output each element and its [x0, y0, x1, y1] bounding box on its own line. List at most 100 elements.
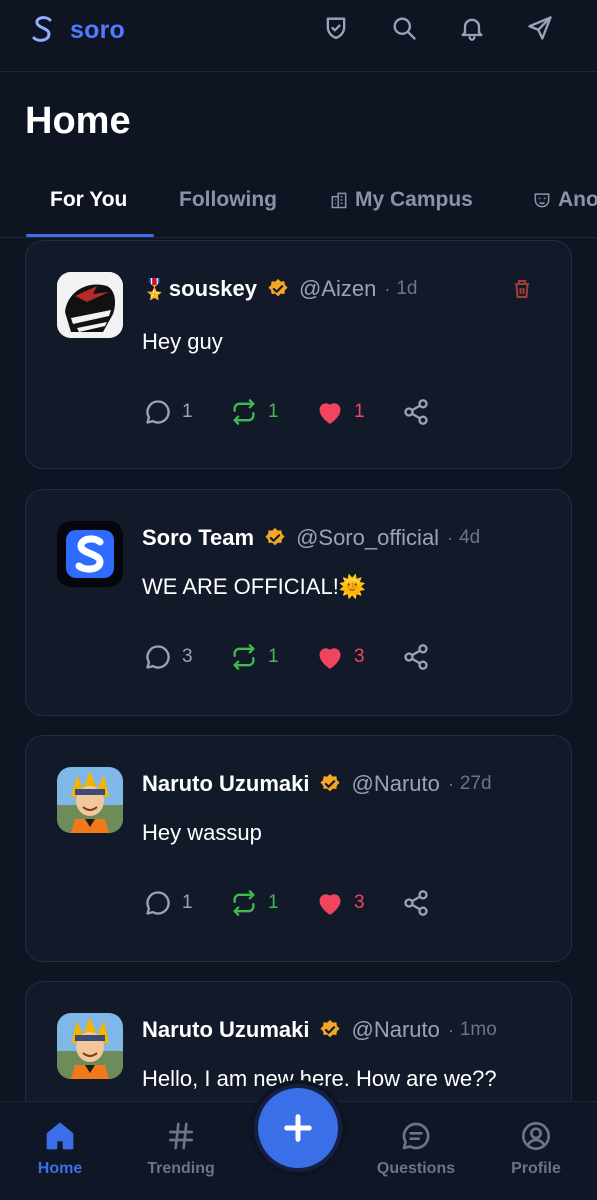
separator-dot: ·: [384, 278, 391, 299]
repost-count: 1: [268, 646, 279, 667]
create-post-button[interactable]: [258, 1088, 338, 1168]
post-text: Hey wassup: [142, 820, 262, 845]
nav-home[interactable]: Home: [5, 1120, 115, 1178]
avatar[interactable]: [57, 521, 123, 587]
share-icon: [404, 890, 428, 916]
tab-for-you[interactable]: For You: [50, 188, 127, 212]
post-time: 1d: [396, 278, 418, 299]
tab-following[interactable]: Following: [179, 188, 277, 212]
avatar[interactable]: [57, 767, 123, 833]
like-button[interactable]: 3: [316, 889, 402, 917]
post-header: Soro Team @Soro_official · 4d: [142, 525, 480, 551]
author-name[interactable]: Soro Team: [142, 525, 254, 551]
comment-icon: [146, 645, 170, 669]
post-actions: 3 1 3: [144, 643, 488, 671]
comment-count: 3: [182, 646, 193, 667]
post-text: WE ARE OFFICIAL!🌞: [142, 574, 367, 599]
delete-post-button[interactable]: [513, 279, 531, 299]
nav-profile[interactable]: Profile: [481, 1120, 591, 1178]
like-button[interactable]: 3: [316, 643, 402, 671]
repost-count: 1: [268, 401, 279, 422]
home-icon: [46, 1122, 74, 1150]
avatar[interactable]: [57, 272, 123, 338]
author-handle[interactable]: @Aizen: [299, 276, 376, 302]
share-button[interactable]: [402, 643, 488, 671]
repost-icon: [233, 890, 255, 916]
bell-icon[interactable]: [457, 12, 487, 44]
like-count: 3: [354, 646, 365, 667]
separator-dot: ·: [447, 527, 454, 548]
post-actions: 1 1 1: [144, 398, 488, 426]
tab-my-campus[interactable]: My Campus: [329, 188, 473, 212]
share-icon: [404, 644, 428, 670]
comment-icon: [146, 891, 170, 915]
plus-icon: [284, 1114, 312, 1142]
nav-label: Profile: [511, 1160, 561, 1177]
like-count: 3: [354, 892, 365, 913]
medal-icon: 🎖️: [142, 278, 167, 301]
repost-icon: [233, 399, 255, 425]
heart-icon: [319, 403, 341, 424]
comment-icon: [146, 400, 170, 424]
tab-label: Ano: [558, 188, 597, 211]
post-card[interactable]: Soro Team @Soro_official · 4d WE ARE OFF…: [25, 489, 572, 716]
post-card[interactable]: 🎖️ souskey @Aizen · 1d Hey guy 1 1 1: [25, 240, 572, 469]
share-button[interactable]: [402, 398, 488, 426]
post-header: Naruto Uzumaki @Naruto · 27d: [142, 771, 492, 797]
author-name[interactable]: souskey: [169, 276, 257, 302]
mask-icon: [534, 193, 550, 208]
question-chat-icon: [402, 1122, 430, 1150]
repost-button[interactable]: 1: [230, 889, 316, 917]
shield-check-icon[interactable]: [321, 12, 351, 44]
verified-badge-icon: [320, 1019, 341, 1038]
share-icon: [404, 399, 428, 425]
comment-count: 1: [182, 892, 193, 913]
nav-label: Trending: [147, 1160, 215, 1177]
nav-label: Home: [37, 1160, 83, 1177]
post-time: 4d: [459, 527, 481, 548]
tab-label: My Campus: [355, 188, 473, 211]
profile-icon: [522, 1122, 550, 1150]
avatar[interactable]: [57, 1013, 123, 1079]
author-name[interactable]: Naruto Uzumaki: [142, 771, 309, 797]
comment-count: 1: [182, 401, 193, 422]
repost-count: 1: [268, 892, 279, 913]
tab-label: For You: [50, 188, 128, 211]
send-icon[interactable]: [525, 12, 555, 44]
comment-button[interactable]: 1: [144, 889, 230, 917]
post-feed: 🎖️ souskey @Aizen · 1d Hey guy 1 1 1 Sor…: [0, 239, 597, 1101]
repost-button[interactable]: 1: [230, 398, 316, 426]
post-text: Hey guy: [142, 329, 223, 354]
share-button[interactable]: [402, 889, 488, 917]
nav-questions[interactable]: Questions: [361, 1120, 471, 1178]
post-card[interactable]: Naruto Uzumaki @Naruto · 27d Hey wassup …: [25, 735, 572, 962]
post-actions: 1 1 3: [144, 889, 488, 917]
separator-dot: ·: [447, 773, 454, 794]
author-handle[interactable]: @Naruto: [351, 771, 439, 797]
verified-badge-icon: [320, 773, 341, 792]
comment-button[interactable]: 3: [144, 643, 230, 671]
hashtag-icon: [169, 1122, 193, 1150]
post-time: 1mo: [459, 1019, 497, 1040]
nav-trending[interactable]: Trending: [126, 1120, 236, 1178]
soro-logo-icon[interactable]: [30, 14, 56, 44]
tab-label: Following: [179, 188, 277, 211]
search-icon[interactable]: [389, 12, 419, 44]
repost-button[interactable]: 1: [230, 643, 316, 671]
comment-button[interactable]: 1: [144, 398, 230, 426]
post-header: 🎖️ souskey @Aizen · 1d: [142, 276, 417, 302]
page-title: Home: [25, 100, 131, 142]
author-handle[interactable]: @Soro_official: [296, 525, 439, 551]
like-button[interactable]: 1: [316, 398, 402, 426]
author-name[interactable]: Naruto Uzumaki: [142, 1017, 309, 1043]
tab-anonymous[interactable]: Ano: [532, 188, 597, 212]
top-bar: soro: [0, 0, 597, 72]
trash-icon: [515, 280, 529, 298]
building-icon: [331, 192, 347, 209]
app-root: soro Home For You Following My Campus An…: [0, 0, 597, 1200]
author-handle[interactable]: @Naruto: [351, 1017, 439, 1043]
brand-name[interactable]: soro: [70, 16, 125, 45]
heart-icon: [319, 648, 341, 669]
feed-tabs: For You Following My Campus Ano: [0, 170, 597, 238]
active-tab-indicator: [26, 234, 154, 237]
